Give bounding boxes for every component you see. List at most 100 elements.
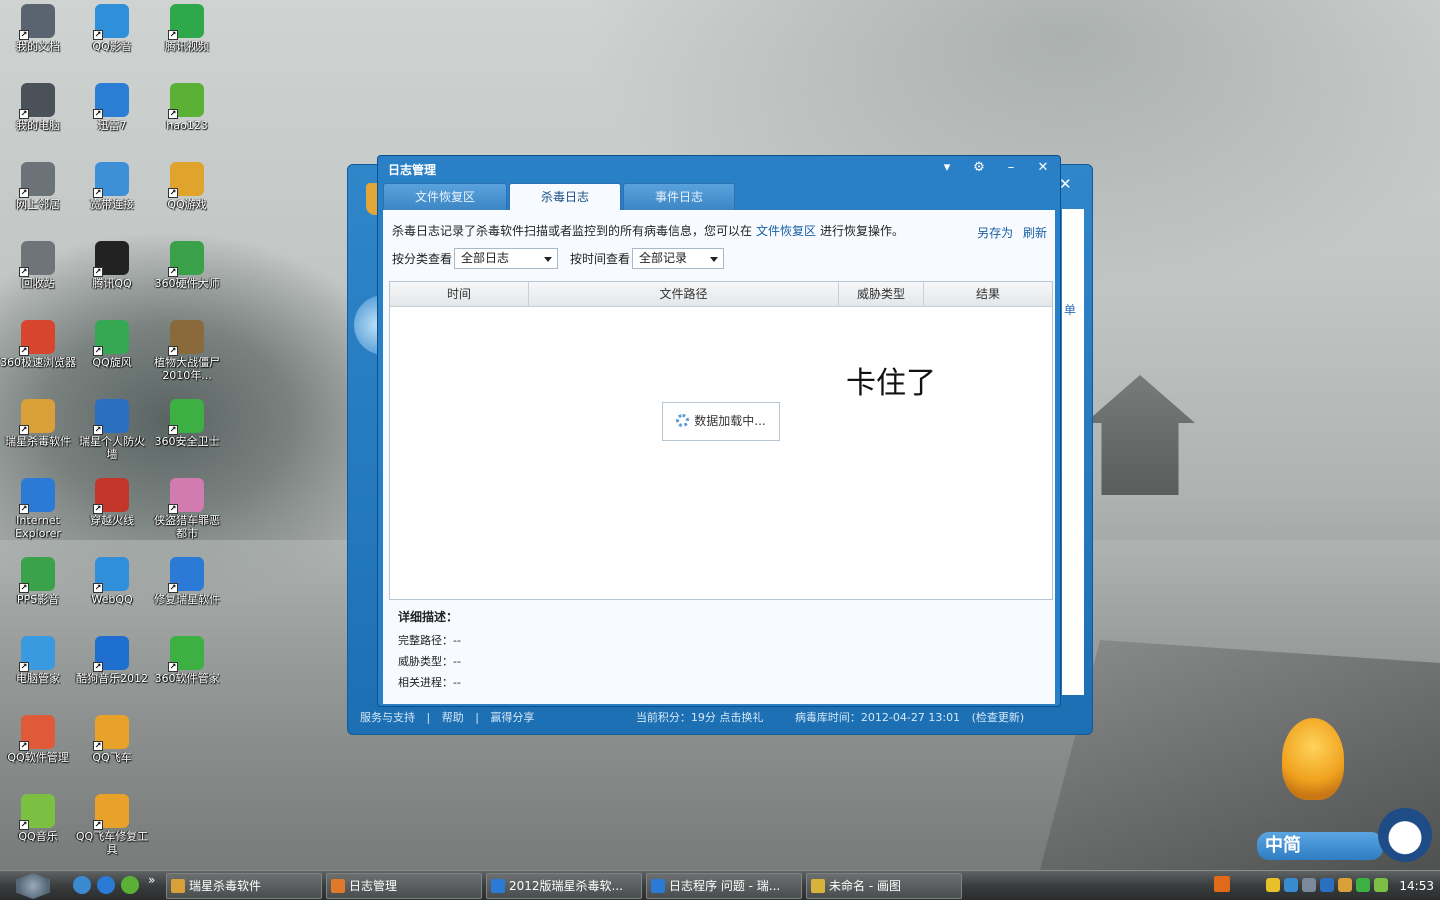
points-link[interactable]: 当前积分：19分 点击换礼 [636, 711, 764, 724]
taskbar-button[interactable]: 未命名 - 画图 [806, 873, 962, 899]
menu-dropdown-icon[interactable]: ▾ [938, 159, 956, 177]
desktop-icon[interactable]: ↗ 瑞星个人防火墙 [74, 397, 150, 461]
close-icon[interactable]: ✕ [1034, 159, 1052, 177]
360-tray-icon[interactable] [1356, 878, 1370, 892]
desktop-icon[interactable]: ↗ 360软件管家 [149, 634, 225, 685]
quicklaunch-overflow-icon[interactable]: » [148, 873, 155, 887]
volume-tray-icon[interactable] [1302, 878, 1316, 892]
desktop-icon[interactable]: ↗ Internet Explorer [0, 476, 76, 540]
sogou-ime-icon[interactable] [1214, 876, 1230, 892]
time-filter-select[interactable]: 全部记录 [632, 248, 725, 269]
tab-virus-log[interactable]: 杀毒日志 [509, 183, 621, 211]
tab-file-recovery[interactable]: 文件恢复区 [383, 183, 507, 210]
loading-text: 数据加载中... [694, 414, 766, 428]
desktop-icon[interactable]: ↗ 360安全卫士 [149, 397, 225, 448]
taskbar-button[interactable]: 日志管理 [326, 873, 482, 899]
desktop-icon[interactable]: ↗ 我的电脑 [0, 81, 76, 132]
quicklaunch-ie-icon[interactable] [97, 876, 115, 894]
desktop-icon[interactable]: ↗ 侠盗猎车罪恶都市 [149, 476, 225, 540]
separator: | [426, 711, 431, 724]
gta-icon: ↗ [168, 478, 204, 514]
file-recovery-link[interactable]: 文件恢复区 [756, 224, 816, 238]
support-link[interactable]: 服务与支持 [360, 711, 415, 724]
help-link[interactable]: 帮助 [442, 711, 464, 724]
antivirus-tray-icon[interactable] [1338, 878, 1352, 892]
qq-tray-icon[interactable] [1266, 878, 1280, 892]
my-computer-icon: ↗ [19, 83, 55, 119]
detail-full-path: 完整路径：-- [398, 634, 461, 647]
desktop-icon[interactable]: ↗ 360硬件大师 [149, 239, 225, 290]
desktop-icon[interactable]: ↗ PPS影音 [0, 555, 76, 606]
info-suffix: 进行恢复操作。 [820, 224, 905, 238]
desktop-icon[interactable]: ↗ QQ软件管理 [0, 713, 76, 764]
desktop-icon[interactable]: ↗ QQ音乐 [0, 792, 76, 843]
taskbar-button-label: 未命名 - 画图 [829, 879, 901, 893]
gear-icon[interactable]: ⚙ [970, 159, 988, 177]
taskbar-button[interactable]: 日志程序 问题 - 瑞... [646, 873, 802, 899]
desktop-icon[interactable]: ↗ 网上邻居 [0, 160, 76, 211]
refresh-link[interactable]: 刷新 [1023, 226, 1047, 240]
wallpaper-pavilion [1085, 375, 1195, 495]
desktop-icon[interactable]: ↗ 腾讯视频 [149, 2, 225, 53]
desktop-icon[interactable]: ↗ 腾讯QQ [74, 239, 150, 290]
clock[interactable]: 14:53 [1399, 879, 1434, 893]
check-update-link[interactable]: (检查更新) [972, 711, 1025, 724]
share-link[interactable]: 赢得分享 [490, 711, 534, 724]
taskbar-app-icon [651, 879, 665, 893]
category-filter-label: 按分类查看 [392, 252, 453, 266]
category-filter-select[interactable]: 全部日志 [454, 248, 559, 269]
desktop-icon[interactable]: ↗ 宽带连接 [74, 160, 150, 211]
quicklaunch-browser-icon[interactable] [73, 876, 91, 894]
360-browser-icon: ↗ [19, 320, 55, 356]
shortcut-arrow-icon: ↗ [19, 583, 29, 593]
column-header-result[interactable]: 结果 [924, 282, 1052, 306]
desktop-icon-label: QQ音乐 [18, 830, 58, 843]
desktop-icon[interactable]: ↗ 修复瑞星软件 [149, 555, 225, 606]
taskbar-button[interactable]: 2012版瑞星杀毒软... [486, 873, 642, 899]
shortcut-arrow-icon: ↗ [19, 346, 29, 356]
desktop-icon[interactable]: ↗ QQ影音 [74, 2, 150, 53]
desktop-icon[interactable]: ↗ 回收站 [0, 239, 76, 290]
network-tray-icon[interactable] [1284, 878, 1298, 892]
desktop-icon[interactable]: ↗ hao123 [149, 81, 225, 132]
desktop-icon[interactable]: ↗ 360极速浏览器 [0, 318, 76, 369]
detail-threat-type: 威胁类型：-- [398, 655, 461, 668]
desktop-icon-label: 迅雷7 [97, 119, 127, 132]
desktop-icon[interactable]: ↗ 我的文档 [0, 2, 76, 53]
log-table[interactable]: 时间 文件路径 威胁类型 结果 卡住了 数据加载中... [389, 281, 1053, 600]
minimize-icon[interactable]: – [1002, 159, 1020, 177]
desktop-icon[interactable]: ↗ 迅雷7 [74, 81, 150, 132]
desktop-icon[interactable]: ↗ WebQQ [74, 555, 150, 606]
save-as-link[interactable]: 另存为 [977, 226, 1013, 240]
column-header-path[interactable]: 文件路径 [529, 282, 839, 306]
update-tray-icon[interactable] [1374, 878, 1388, 892]
firewall-tray-icon[interactable] [1320, 878, 1334, 892]
desktop-icon[interactable]: ↗ 酷狗音乐2012 [74, 634, 150, 685]
desktop-icon[interactable]: ↗ 瑞星杀毒软件 [0, 397, 76, 448]
desktop-icon[interactable]: ↗ QQ旋风 [74, 318, 150, 369]
ime-toolbar[interactable]: 中简 [1257, 832, 1383, 860]
column-header-time[interactable]: 时间 [390, 282, 529, 306]
desktop-icon[interactable]: ↗ QQ飞车 [74, 713, 150, 764]
quicklaunch-xbox-icon[interactable] [121, 876, 139, 894]
taskbar-button[interactable]: 瑞星杀毒软件 [166, 873, 322, 899]
qq-player-icon: ↗ [93, 4, 129, 40]
start-button[interactable] [16, 873, 50, 899]
desktop-icon[interactable]: ↗ 电脑管家 [0, 634, 76, 685]
desktop-icon-label: QQ软件管理 [7, 751, 69, 764]
desktop-icon[interactable]: ↗ QQ飞车修复工具 [74, 792, 150, 856]
desktop-icon-label: 我的文档 [16, 40, 60, 53]
desktop-icon-label: hao123 [166, 119, 208, 132]
rising-lion-mascot-icon[interactable] [1282, 718, 1344, 800]
desktop-icon[interactable]: ↗ QQ游戏 [149, 160, 225, 211]
360-safe-icon: ↗ [168, 399, 204, 435]
column-header-threat[interactable]: 威胁类型 [839, 282, 924, 306]
taskbar-app-icon [331, 879, 345, 893]
tab-event-log[interactable]: 事件日志 [623, 183, 735, 210]
filter-row: 按分类查看 全部日志 按时间查看 全部记录 [392, 248, 725, 269]
desktop-icon[interactable]: ↗ 植物大战僵尸2010年... [149, 318, 225, 382]
shortcut-arrow-icon: ↗ [93, 188, 103, 198]
desktop-icon[interactable]: ↗ 穿越火线 [74, 476, 150, 527]
desktop-icon-label: PPS影音 [16, 593, 60, 606]
my-documents-icon: ↗ [19, 4, 55, 40]
